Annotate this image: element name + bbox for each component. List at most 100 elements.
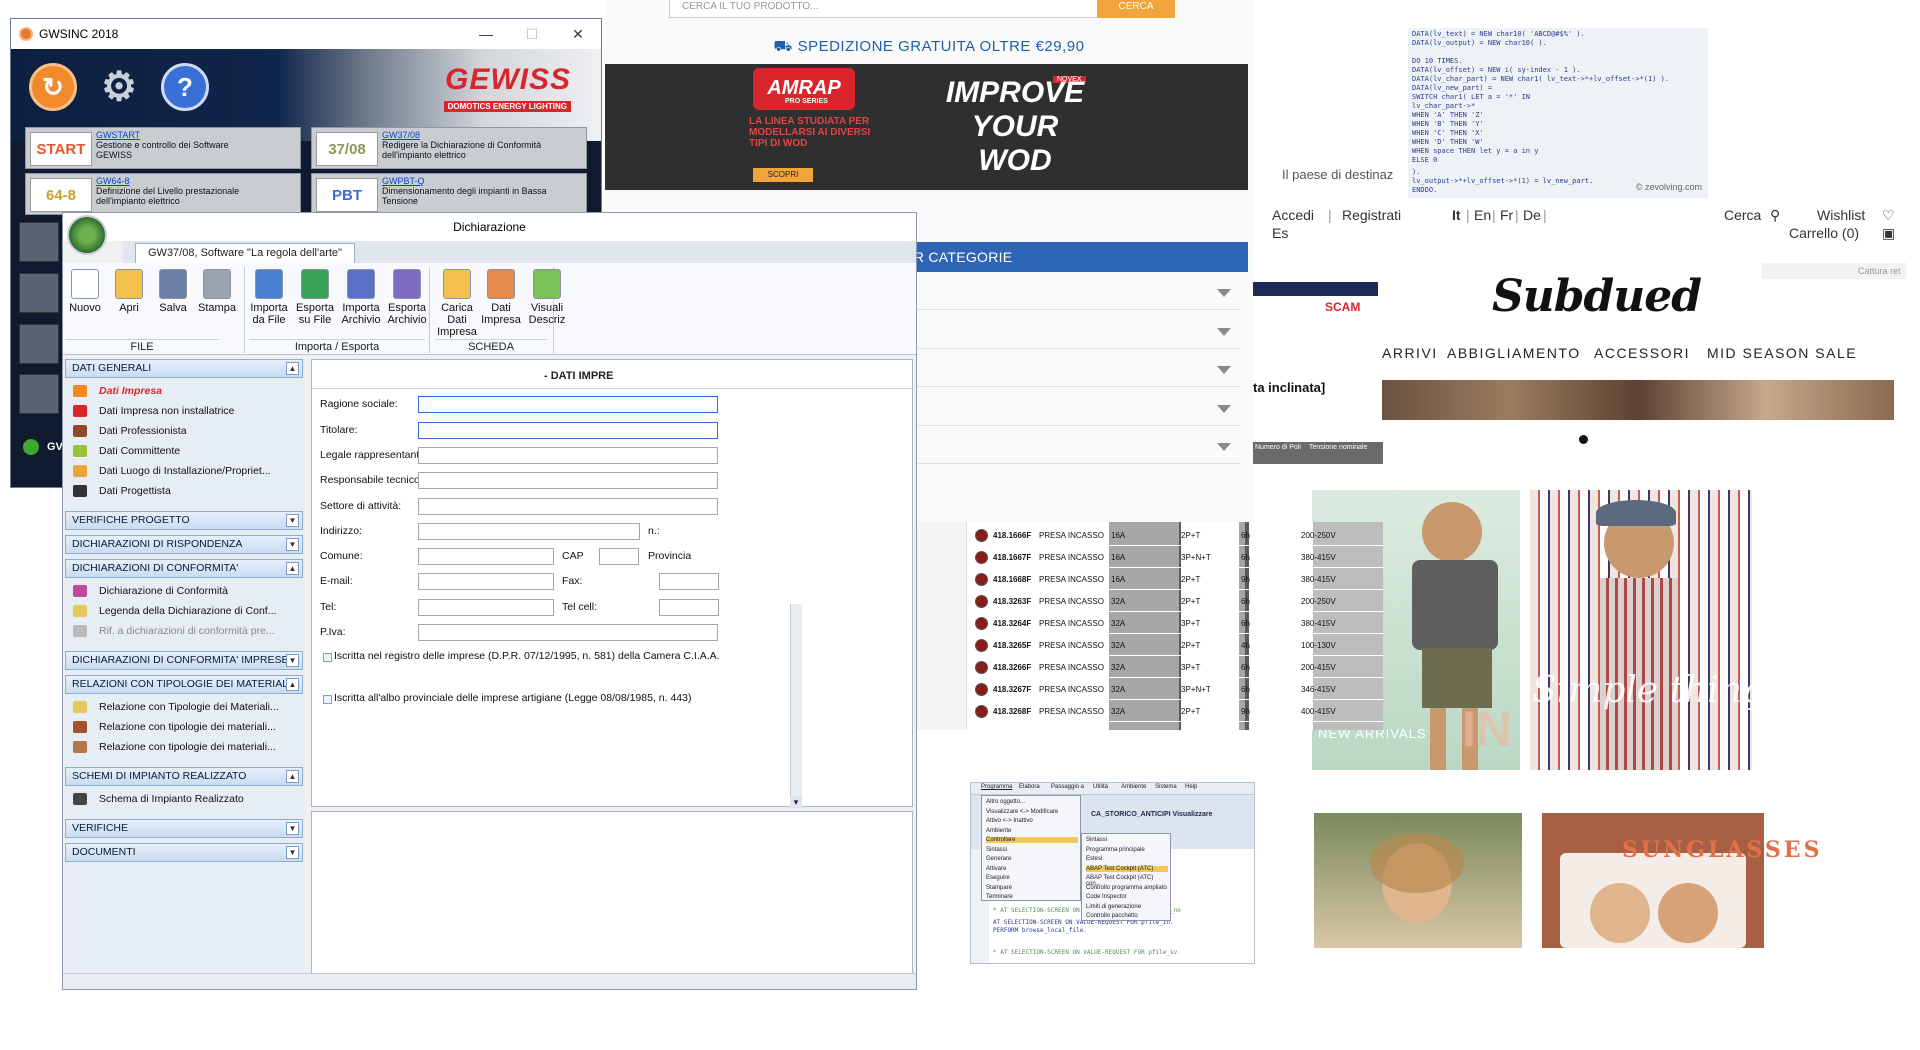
sap-submenu-item[interactable]: Code Inspector: [1086, 894, 1168, 900]
nav-item[interactable]: Dati Progettista: [73, 485, 171, 497]
product-row[interactable]: 418.3266F PRESA INCASSO 32A 3P+T 6h 200-415V: [971, 658, 1383, 678]
nav-item[interactable]: Schema di Impianto Realizzato: [73, 793, 244, 805]
gw648-link[interactable]: GW64-8: [96, 176, 239, 186]
maximize-icon[interactable]: ☐: [509, 19, 555, 49]
tel-cell-input[interactable]: [659, 599, 719, 616]
tile-hidden[interactable]: [19, 222, 59, 262]
bag-icon[interactable]: ▣: [1882, 225, 1895, 242]
section-header[interactable]: VERIFICHE ▼: [65, 819, 303, 838]
section-header[interactable]: DATI GENERALI ▲: [65, 359, 303, 378]
tile-gwstart[interactable]: START GWSTART Gestione e controllo dei So…: [25, 127, 301, 169]
gear-icon[interactable]: ⚙: [95, 63, 143, 111]
nav-item[interactable]: Dati Luogo di Installazione/Propriet...: [73, 465, 271, 477]
tile-gw3708[interactable]: 37/08 GW37/08 Redigere la Dichiarazione d…: [311, 127, 587, 169]
ribbon-button-5[interactable]: Esporta su File: [293, 269, 337, 326]
sap-menu-item[interactable]: Altro oggetto...: [986, 799, 1078, 805]
menu-arrivi[interactable]: ARRIVI: [1382, 345, 1438, 361]
sap-submenu-item[interactable]: ABAP Test Cockpit (ATC): [1086, 865, 1168, 872]
sap-submenu-item[interactable]: Programma principale: [1086, 847, 1168, 853]
notes-area[interactable]: [311, 811, 913, 983]
chevron-up-icon[interactable]: ▲: [286, 770, 299, 783]
promo-banner[interactable]: AMRAP PRO SERIES LA LINEA STUDIATA PER M…: [605, 64, 1248, 190]
sap-menu-item[interactable]: Stampare: [986, 885, 1078, 891]
sap-menu-item[interactable]: Visualizzare <-> Modificare: [986, 809, 1078, 815]
ribbon-button-0[interactable]: Nuovo: [63, 269, 107, 314]
ribbon-button-2[interactable]: Salva: [151, 269, 195, 314]
hero-banner[interactable]: [1382, 380, 1894, 420]
email-input[interactable]: [418, 573, 554, 590]
gw3708-link[interactable]: GW37/08: [382, 130, 541, 140]
sap-menu-passaggio[interactable]: Passaggio a: [1051, 784, 1084, 790]
ribbon-button-10[interactable]: Visuali Descriz: [525, 269, 569, 326]
sap-menu-item[interactable]: Attivo <-> Inattivo: [986, 818, 1078, 824]
cart-link[interactable]: Carrello (0): [1789, 225, 1859, 241]
sap-menu-programma[interactable]: Programma: [981, 784, 1012, 790]
chevron-up-icon[interactable]: ▲: [286, 562, 299, 575]
sap-menu-help[interactable]: Help: [1185, 784, 1197, 790]
gwpbt-link[interactable]: GWPBT-Q: [382, 176, 547, 186]
product-row[interactable]: 418.3263F PRESA INCASSO 32A 2P+T 6h 200-250V: [971, 592, 1383, 612]
product-row[interactable]: 418.3268F PRESA INCASSO 32A 2P+T 9h 400-415V: [971, 702, 1383, 722]
chevron-down-icon[interactable]: ▼: [286, 654, 299, 667]
lang-en[interactable]: En: [1474, 207, 1491, 223]
ribbon-button-7[interactable]: Esporta Archivio: [385, 269, 429, 326]
ribbon-button-4[interactable]: Importa da File: [247, 269, 291, 326]
product-row[interactable]: 418.3265F PRESA INCASSO 32A 2P+T 4h 100-130V: [971, 636, 1383, 656]
tel-input[interactable]: [418, 599, 554, 616]
sync-icon[interactable]: ↻: [29, 63, 77, 111]
wishlist-link[interactable]: Wishlist: [1817, 207, 1865, 223]
tile-hidden[interactable]: [19, 273, 59, 313]
sap-menu-sistema[interactable]: Sistema: [1155, 784, 1177, 790]
sap-menu-item[interactable]: Generare: [986, 856, 1078, 862]
ribbon-button-8[interactable]: Carica Dati Impresa: [435, 269, 479, 338]
search-icon[interactable]: ⚲: [1770, 207, 1780, 224]
sap-menu-ambiente[interactable]: Ambiente: [1121, 784, 1146, 790]
cap-input[interactable]: [599, 548, 639, 565]
lang-it[interactable]: It: [1452, 207, 1461, 223]
menu-mid-season-sale[interactable]: MID SEASON SALE: [1707, 345, 1857, 361]
menu-abbigliamento[interactable]: ABBIGLIAMENTO: [1447, 345, 1581, 361]
gw3708-app-icon[interactable]: [67, 215, 107, 255]
subdued-logo[interactable]: Subdued: [1492, 271, 1702, 322]
section-header[interactable]: RELAZIONI CON TIPOLOGIE DEI MATERIALI ▲: [65, 675, 303, 694]
search-input[interactable]: CERCA IL TUO PRODOTTO...: [669, 0, 1109, 18]
register-link[interactable]: Registrati: [1342, 207, 1401, 223]
nav-item[interactable]: Relazione con tipologie dei materiali...: [73, 721, 276, 733]
nav-item[interactable]: Relazione con tipologie dei materiali...: [73, 741, 276, 753]
scroll-down-icon[interactable]: ▾: [790, 796, 802, 808]
tile-hidden[interactable]: [19, 324, 59, 364]
section-header[interactable]: SCHEMI DI IMPIANTO REALIZZATO ▲: [65, 767, 303, 786]
sap-menu-item[interactable]: Sintassi: [986, 847, 1078, 853]
piva-input[interactable]: [418, 624, 718, 641]
search-link[interactable]: Cerca: [1724, 207, 1761, 223]
titolare-input[interactable]: [418, 422, 718, 439]
gwstart-link[interactable]: GWSTART: [96, 130, 229, 140]
chevron-up-icon[interactable]: ▲: [286, 362, 299, 375]
tile-gw648[interactable]: 64-8 GW64-8 Definizione del Livello prest…: [25, 173, 301, 215]
product-row[interactable]: 418.1667F PRESA INCASSO 16A 3P+N+T 6h 380-415…: [971, 548, 1383, 568]
comune-input[interactable]: [418, 548, 554, 565]
ribbon-button-1[interactable]: Apri: [107, 269, 151, 314]
ragione-sociale-input[interactable]: [418, 396, 718, 413]
sap-menu-elabora[interactable]: Elabora: [1019, 784, 1040, 790]
product-row[interactable]: 418.3267F PRESA INCASSO 32A 3P+N+T 6h 346-415…: [971, 680, 1383, 700]
help-icon[interactable]: ?: [161, 63, 209, 111]
albo-artigiane-checkbox[interactable]: [323, 695, 332, 704]
chevron-down-icon[interactable]: [1217, 443, 1231, 451]
section-header[interactable]: DOCUMENTI ▼: [65, 843, 303, 862]
settore-attivita-input[interactable]: [418, 498, 718, 515]
photo-simple-things[interactable]: [1530, 490, 1752, 770]
tab-gw3708[interactable]: GW37/08, Software "La regola dell'arte": [135, 243, 355, 263]
nav-item[interactable]: Dichiarazione di Conformità: [73, 585, 228, 597]
sap-submenu-item[interactable]: Controllo programma ampliato: [1086, 885, 1168, 891]
photo-sunglasses[interactable]: [1542, 813, 1764, 948]
legale-rappresentante-input[interactable]: [418, 447, 718, 464]
chevron-down-icon[interactable]: [1217, 404, 1231, 413]
sap-submenu-item[interactable]: Estesi: [1086, 856, 1168, 862]
product-row[interactable]: 418.3264F PRESA INCASSO 32A 3P+T 6h 380-415V: [971, 614, 1383, 634]
tile-hidden[interactable]: [19, 374, 59, 414]
section-header[interactable]: DICHIARAZIONI DI CONFORMITA' ▲: [65, 559, 303, 578]
login-link[interactable]: Accedi: [1272, 207, 1314, 223]
form-scrollbar[interactable]: [790, 604, 802, 808]
sap-menu-item[interactable]: Controllare: [986, 837, 1078, 843]
